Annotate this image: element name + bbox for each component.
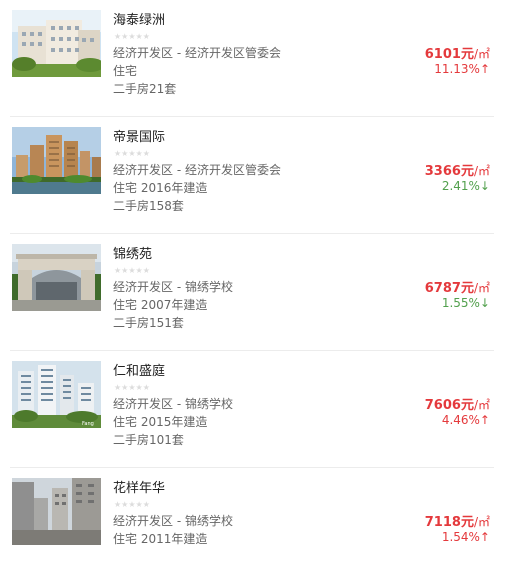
price-change: 1.54%↑ [441,530,490,544]
list-item[interactable]: Fang 仁和盛庭 ★★★★★ 经济开发区 - 锦绣学校 住宅 2015年建造 … [0,351,508,468]
property-type-text: 住宅 [113,64,138,78]
community-name[interactable]: 仁和盛庭 [113,360,165,379]
location-text: 经济开发区 - 锦绣学校 [113,397,233,411]
price-unit: /㎡ [473,515,490,529]
rating-stars: ★★★★★ [114,32,150,41]
building-photo[interactable] [12,10,101,77]
list-item[interactable]: 帝景国际 ★★★★★ 经济开发区 - 经济开发区管委会 住宅 2016年建造 二… [0,117,508,234]
location-text: 经济开发区 - 经济开发区管委会 [113,46,281,60]
building-photo[interactable] [12,244,101,311]
rating-stars: ★★★★★ [114,266,150,275]
svg-text:Fang: Fang [82,421,94,427]
rating-stars: ★★★★★ [114,383,150,392]
secondhand-count: 二手房151套 [113,316,184,330]
price-change: 1.55%↓ [441,296,490,310]
list-item[interactable]: 海泰绿洲 ★★★★★ 经济开发区 - 经济开发区管委会 住宅 二手房21套 61… [0,0,508,117]
unit-price: 6787元/㎡ [425,277,490,296]
price-change: 4.46%↑ [441,413,490,427]
unit-price: 3366元/㎡ [425,160,490,179]
property-type-text: 住宅 2011年建造 [113,532,208,546]
price-unit: /㎡ [473,47,490,61]
property-type-text: 住宅 2016年建造 [113,181,208,195]
location-text: 经济开发区 - 锦绣学校 [113,280,233,294]
price-value: 6787元 [424,281,474,296]
location-text: 经济开发区 - 经济开发区管委会 [113,163,281,177]
rating-stars: ★★★★★ [114,500,150,509]
secondhand-count: 二手房21套 [113,82,177,96]
building-photo[interactable]: Fang [12,361,101,428]
price-unit: /㎡ [473,164,490,178]
property-type-text: 住宅 2007年建造 [113,298,208,312]
community-name[interactable]: 锦绣苑 [113,243,152,262]
community-name[interactable]: 花样年华 [113,477,165,496]
price-value: 6101元 [424,47,474,62]
price-value: 3366元 [424,164,474,179]
price-change: 11.13%↑ [434,62,490,76]
price-value: 7118元 [424,515,474,530]
unit-price: 7606元/㎡ [425,394,490,413]
community-list: 海泰绿洲 ★★★★★ 经济开发区 - 经济开发区管委会 住宅 二手房21套 61… [0,0,508,550]
building-photo[interactable] [12,478,101,545]
rating-stars: ★★★★★ [114,149,150,158]
list-item[interactable]: 锦绣苑 ★★★★★ 经济开发区 - 锦绣学校 住宅 2007年建造 二手房151… [0,234,508,351]
location-text: 经济开发区 - 锦绣学校 [113,514,233,528]
secondhand-count: 二手房101套 [113,433,184,447]
property-type-text: 住宅 2015年建造 [113,415,208,429]
unit-price: 6101元/㎡ [425,43,490,62]
price-unit: /㎡ [473,281,490,295]
community-name[interactable]: 帝景国际 [113,126,165,145]
building-photo[interactable] [12,127,101,194]
price-unit: /㎡ [473,398,490,412]
community-name[interactable]: 海泰绿洲 [113,9,165,28]
price-value: 7606元 [424,398,474,413]
list-item[interactable]: 花样年华 ★★★★★ 经济开发区 - 锦绣学校 住宅 2011年建造 7118元… [0,468,508,585]
secondhand-count: 二手房158套 [113,199,184,213]
unit-price: 7118元/㎡ [425,511,490,530]
price-change: 2.41%↓ [441,179,490,193]
